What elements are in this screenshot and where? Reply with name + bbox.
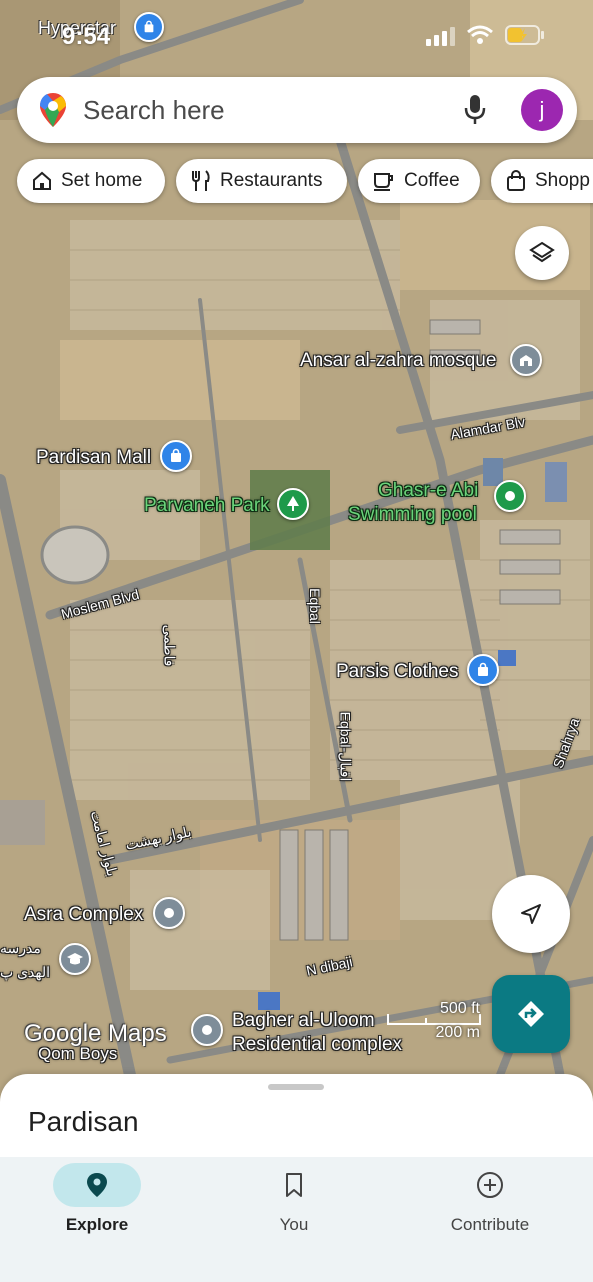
map-label-parvaneh-park[interactable]: Parvaneh Park [144,495,270,517]
microphone-icon[interactable] [462,93,488,127]
navigation-arrow-icon [521,904,541,924]
nav-contribute[interactable]: Contribute [400,1157,580,1247]
clothes-pin[interactable] [467,654,499,686]
directions-icon [518,1001,544,1027]
wifi-icon [467,25,493,44]
map-scale: 500 ft 200 m [386,1000,482,1044]
scale-feet: 500 ft [439,1000,480,1017]
bottom-navigation: Explore You Contribute [0,1157,593,1282]
signal-icon [426,27,455,46]
map-label-ghasr-line1[interactable]: Ghasr-e Abi [378,480,478,502]
mosque-icon [520,355,532,366]
park-pin[interactable] [277,488,309,520]
fork-knife-icon [192,170,210,191]
shopping-pin[interactable] [160,440,192,472]
place-title: Pardisan [28,1106,139,1137]
chip-label: Coffee [404,170,460,191]
dot-icon [164,908,174,918]
google-maps-watermark: Google Maps [24,1020,167,1047]
add-circle-icon [477,1172,503,1198]
search-bar[interactable]: Search here j [17,77,577,143]
nav-you-pill [250,1163,338,1207]
shopping-bag-icon [507,170,525,191]
search-input[interactable]: Search here [83,95,225,126]
dot-icon [505,491,515,501]
status-time: 9:54 [62,23,111,50]
road-label-eqbal: Eqbal [306,588,323,624]
bookmark-icon [286,1173,302,1197]
mosque-pin[interactable] [510,344,542,376]
drag-handle[interactable] [268,1084,324,1090]
battery-icon [505,25,544,45]
status-bar: Hyperstar 9:54 [0,18,593,52]
chip-shopping[interactable]: Shopp [491,159,593,203]
scale-meters: 200 m [435,1024,480,1041]
layers-button[interactable] [515,226,569,280]
avatar[interactable]: j [521,89,563,131]
pool-pin[interactable] [494,480,526,512]
chip-restaurants[interactable]: Restaurants [176,159,347,203]
nav-explore-label: Explore [65,1215,129,1234]
home-icon [33,171,51,190]
graduation-cap-icon [67,953,83,965]
nav-explore[interactable]: Explore [7,1157,187,1247]
map-pin-icon [87,1173,107,1197]
nav-contribute-label: Contribute [450,1215,530,1234]
dot-icon [202,1025,212,1035]
map-label-ghasr-line2[interactable]: Swimming pool [348,504,477,526]
nav-explore-pill [53,1163,141,1207]
chip-set-home[interactable]: Set home [17,159,165,203]
map-label-bagher-line1[interactable]: Bagher al-Uloom [232,1010,375,1032]
chip-coffee[interactable]: Coffee [358,159,480,203]
residential-pin[interactable] [191,1014,223,1046]
complex-pin[interactable] [153,897,185,929]
map-label-asra[interactable]: Asra Complex [24,904,143,926]
map-label-ansar[interactable]: Ansar al-zahra mosque [300,350,496,372]
road-label-fatemi: فاطمی [161,624,178,667]
school-pin[interactable] [59,943,91,975]
directions-button[interactable] [492,975,570,1053]
map-label-pardisan-mall[interactable]: Pardisan Mall [36,447,151,469]
nav-contribute-pill [446,1163,534,1207]
map-label-school-line1[interactable]: مدرسه [0,940,41,957]
map-label-school-line2[interactable]: الهدی پ [0,964,50,981]
map-label-parsis[interactable]: Parsis Clothes [336,661,459,683]
chip-label: Set home [61,170,143,191]
map-label-bagher-line2[interactable]: Residential complex [232,1034,402,1056]
shopping-bag-icon [478,662,488,676]
road-label-eqbal-arabic: Eqbal-اقبال [337,711,354,782]
chip-label: Shopp [535,170,590,191]
nav-you[interactable]: You [204,1157,384,1247]
tree-icon [287,496,299,511]
my-location-button[interactable] [492,875,570,953]
shopping-bag-icon [171,448,181,462]
chip-label: Restaurants [220,170,323,191]
layers-icon [529,241,555,263]
google-maps-logo-icon [40,93,66,127]
nav-you-label: You [279,1215,309,1234]
coffee-cup-icon [374,173,393,191]
